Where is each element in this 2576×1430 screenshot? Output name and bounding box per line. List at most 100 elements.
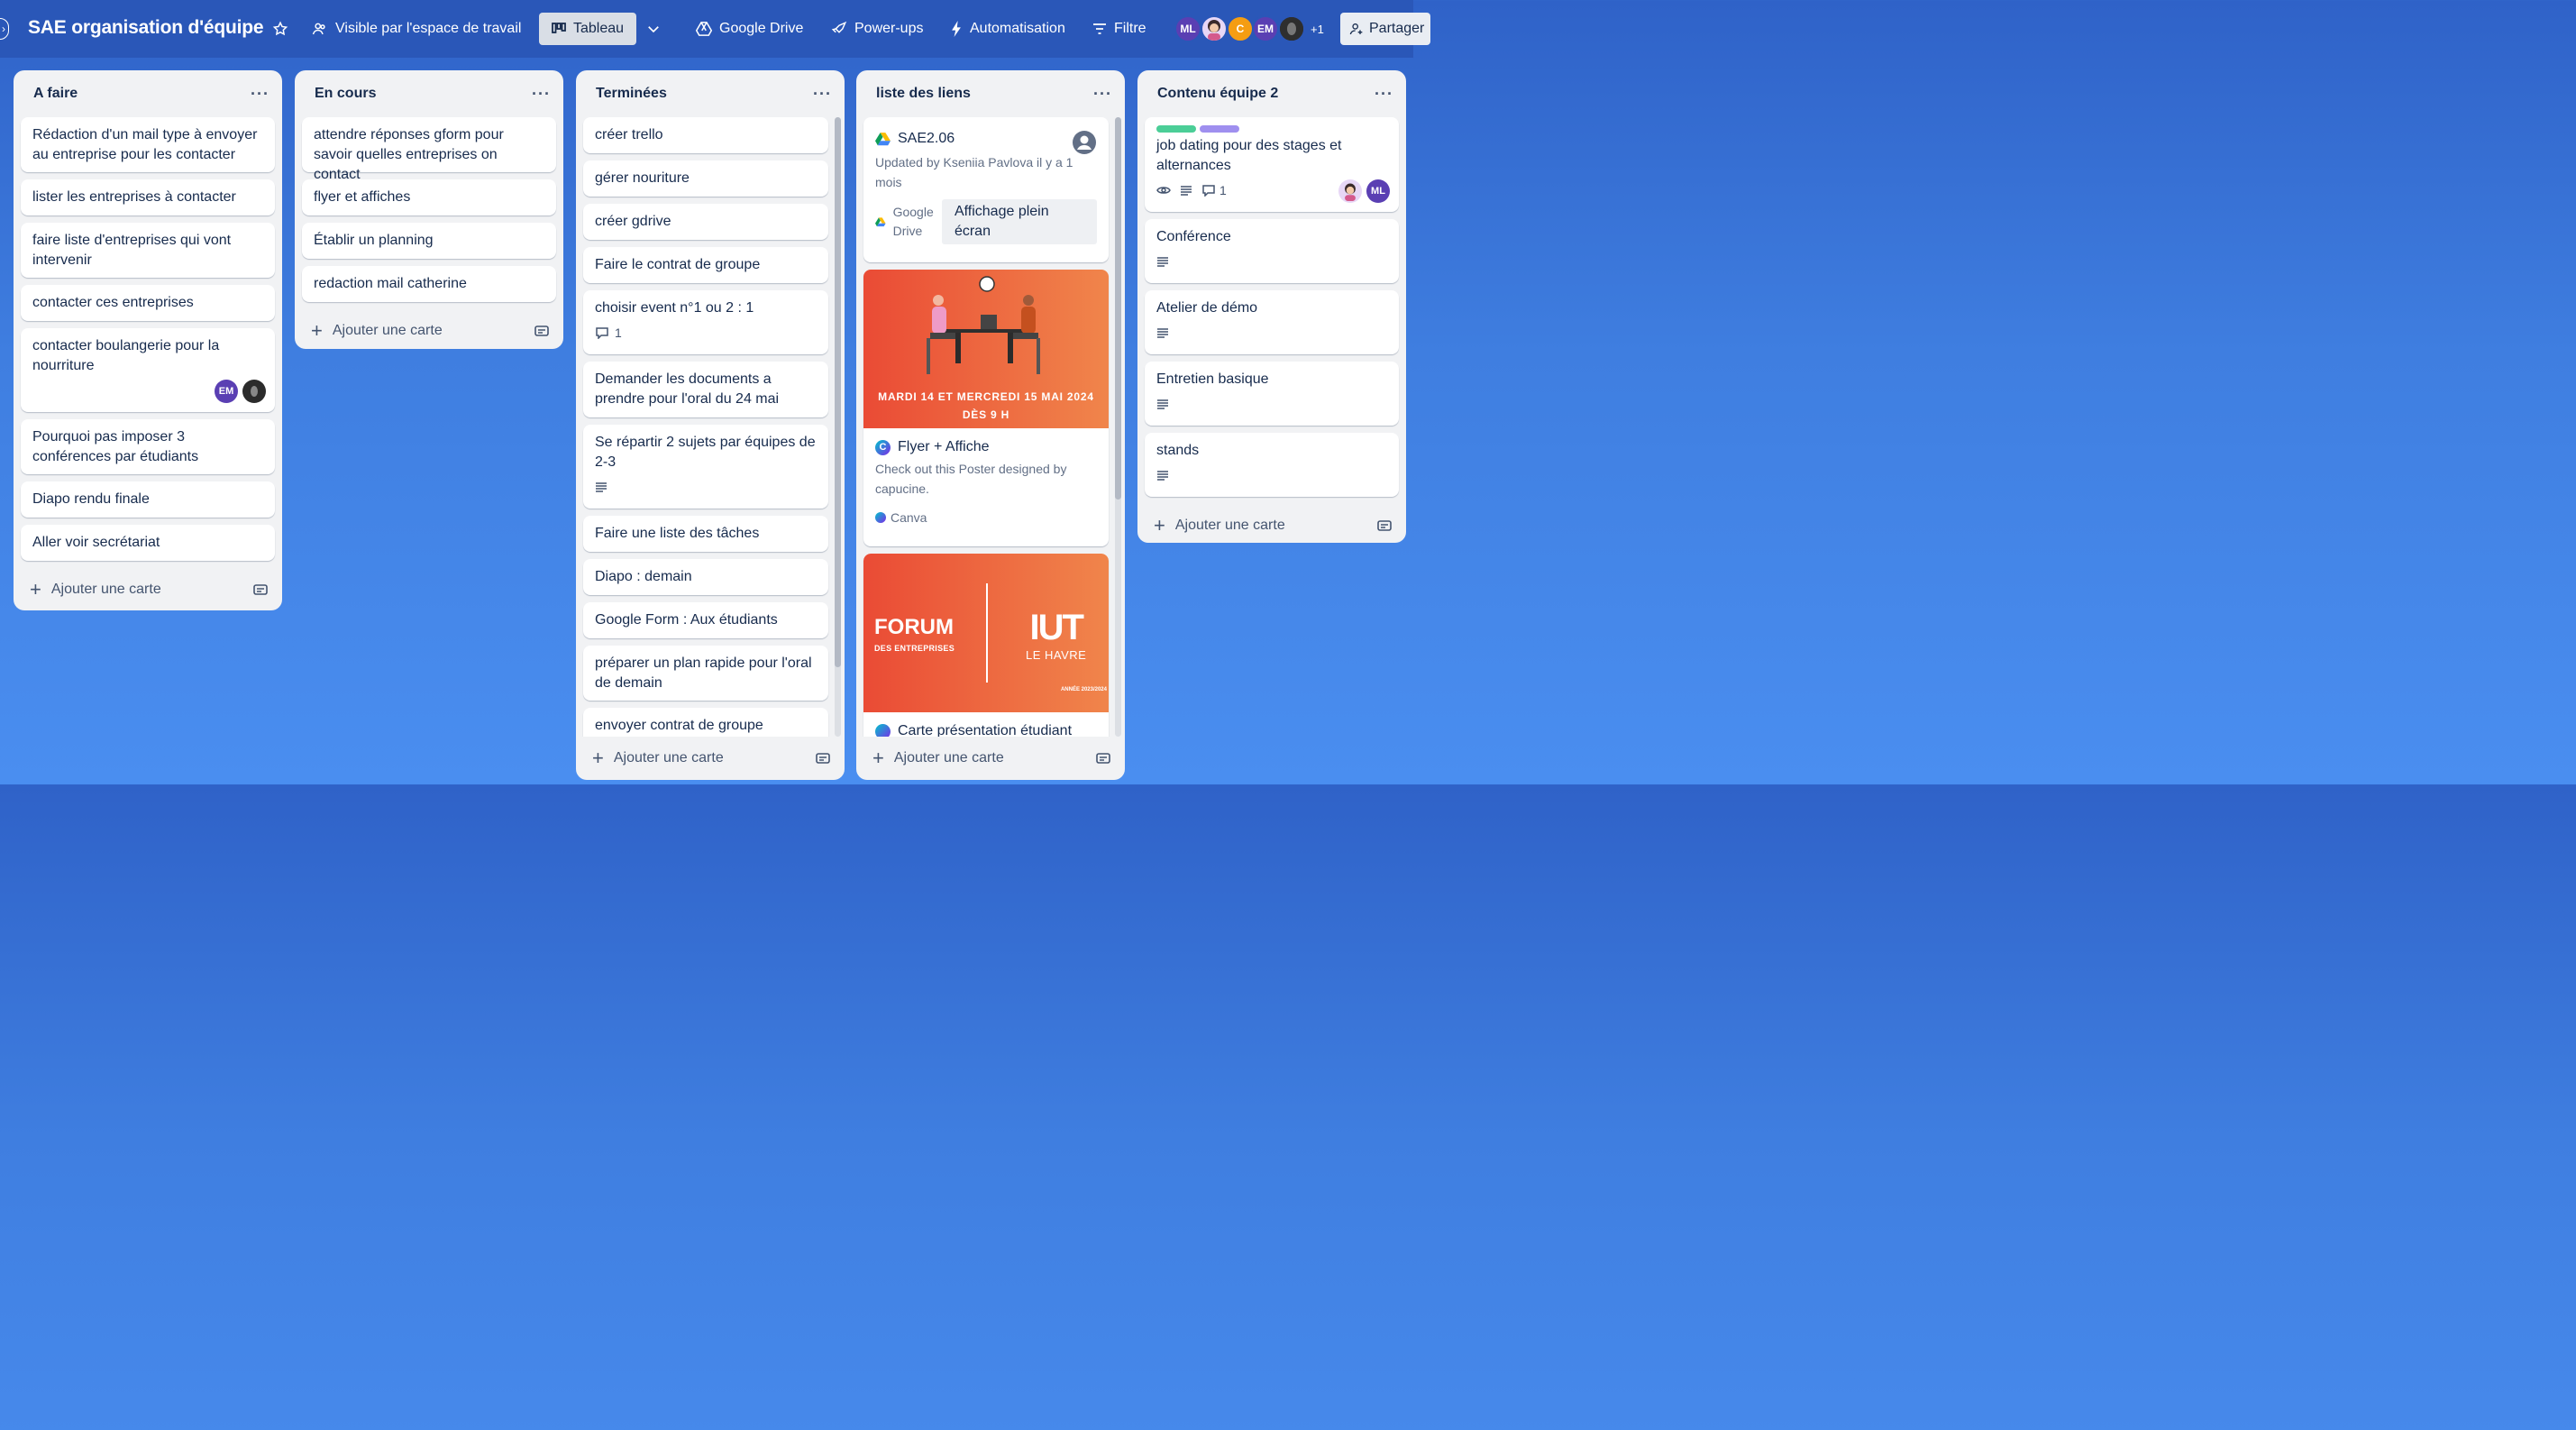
fullscreen-button[interactable]: Affichage plein écran [941, 199, 1097, 244]
google-drive-label: Google Drive [719, 21, 804, 36]
card[interactable]: job dating pour des stages et alternance… [1145, 117, 1399, 212]
add-card-button[interactable]: + Ajouter une carte [1154, 516, 1285, 536]
card[interactable]: Faire une liste des tâches [583, 516, 828, 552]
card[interactable]: redaction mail catherine [302, 266, 556, 302]
add-card-label: Ajouter une carte [332, 323, 443, 338]
plus-icon: + [592, 747, 604, 769]
add-card-button[interactable]: + Ajouter une carte [311, 321, 443, 341]
member-avatar-em[interactable]: EM [1252, 15, 1279, 42]
list-en-cours: En cours ··· attendre réponses gform pou… [295, 70, 563, 349]
card[interactable]: choisir event n°1 ou 2 : 1 1 [583, 290, 828, 354]
card[interactable]: Faire le contrat de groupe [583, 247, 828, 283]
card-title: lister les entreprises à contacter [32, 189, 236, 205]
card[interactable]: Google Form : Aux étudiants [583, 602, 828, 638]
list-title[interactable]: liste des liens [876, 86, 971, 102]
list-scrollbar[interactable] [1115, 117, 1121, 737]
cover-divider [986, 583, 988, 683]
visibility-label: Visible par l'espace de travail [335, 21, 522, 36]
member-avatar-photo[interactable] [1201, 15, 1228, 42]
automation-button[interactable]: Automatisation [945, 13, 1071, 45]
card[interactable]: Aller voir secrétariat [21, 525, 275, 561]
card-member-avatar[interactable]: EM [215, 380, 238, 403]
list-menu-icon[interactable]: ··· [251, 85, 269, 104]
card-title: Aller voir secrétariat [32, 535, 160, 550]
card-template-icon[interactable] [253, 583, 268, 596]
card[interactable]: stands [1145, 433, 1399, 497]
member-avatar-ml[interactable]: ML [1174, 15, 1201, 42]
more-members-count[interactable]: +1 [1305, 13, 1329, 45]
card[interactable]: Demander les documents a prendre pour l'… [583, 362, 828, 417]
member-avatar-dark-photo[interactable] [1278, 15, 1305, 42]
star-button[interactable] [267, 13, 294, 45]
view-tab-board[interactable]: Tableau [539, 13, 637, 45]
card[interactable]: attendre réponses gform pour savoir quel… [302, 117, 556, 182]
card[interactable]: contacter boulangerie pour la nourriture… [21, 328, 275, 412]
card[interactable]: préparer un plan rapide pour l'oral de d… [583, 646, 828, 701]
list-title[interactable]: Contenu équipe 2 [1157, 86, 1278, 102]
card[interactable]: créer gdrive [583, 204, 828, 240]
card[interactable]: Atelier de démo [1145, 290, 1399, 354]
description-icon [1157, 257, 1168, 267]
card-title: Faire une liste des tâches [595, 526, 760, 541]
list-menu-icon[interactable]: ··· [1093, 85, 1112, 104]
cover-date-line-2: DÈS 9 H [962, 408, 1010, 421]
list-menu-icon[interactable]: ··· [813, 85, 832, 104]
card[interactable]: créer trello [583, 117, 828, 153]
member-avatar-c[interactable]: C [1227, 15, 1254, 42]
card[interactable]: Entretien basique [1145, 362, 1399, 426]
card[interactable]: flyer et affiches [302, 179, 556, 215]
visibility-button[interactable]: Visible par l'espace de travail [306, 13, 526, 45]
expand-sidebar-button[interactable]: › [0, 18, 9, 40]
add-card-button[interactable]: + Ajouter une carte [872, 748, 1004, 768]
card[interactable]: lister les entreprises à contacter [21, 179, 275, 215]
card[interactable]: Conférence [1145, 219, 1399, 283]
link-title-row: SAE2.06 [875, 129, 1097, 149]
filter-button[interactable]: Filtre [1087, 13, 1152, 45]
scrollbar-thumb[interactable] [1115, 117, 1121, 500]
card-template-icon[interactable] [1377, 519, 1392, 532]
list-title[interactable]: Terminées [596, 86, 667, 102]
list-title[interactable]: A faire [33, 86, 78, 102]
link-title-row: C Flyer + Affiche [875, 437, 1097, 457]
comment-icon [1202, 185, 1215, 197]
card[interactable]: Établir un planning [302, 223, 556, 259]
share-button[interactable]: Partager [1340, 13, 1430, 45]
card-member-avatar-photo[interactable] [1338, 179, 1362, 203]
card[interactable]: Pourquoi pas imposer 3 conférences par é… [21, 419, 275, 474]
card-template-icon[interactable] [816, 752, 830, 765]
card[interactable]: envoyer contrat de groupe [583, 708, 828, 737]
card[interactable]: Se répartir 2 sujets par équipes de 2-3 [583, 425, 828, 509]
canva-small-icon [875, 512, 886, 523]
google-drive-button[interactable]: Google Drive [690, 13, 808, 45]
list-menu-icon[interactable]: ··· [1375, 85, 1393, 104]
label-purple[interactable] [1200, 125, 1239, 133]
card-member-avatar-photo[interactable] [242, 380, 266, 403]
card[interactable]: faire liste d'entreprises qui vont inter… [21, 223, 275, 278]
board-title[interactable]: SAE organisation d'équipe [28, 17, 264, 39]
google-drive-link-card[interactable]: SAE2.06 Updated by Kseniia Pavlova il y … [863, 117, 1109, 262]
card-title: Établir un planning [314, 233, 434, 248]
list-menu-icon[interactable]: ··· [532, 85, 551, 104]
card[interactable]: Diapo : demain [583, 559, 828, 595]
card-labels[interactable] [1156, 125, 1387, 133]
card-template-icon[interactable] [1096, 752, 1110, 765]
card-title: préparer un plan rapide pour l'oral de d… [595, 655, 812, 691]
card-template-icon[interactable] [534, 325, 549, 337]
card-member-avatar[interactable]: ML [1366, 179, 1390, 203]
canva-link-card[interactable]: MARDI 14 ET MERCREDI 15 MAI 2024 DÈS 9 H… [863, 270, 1109, 546]
list-scrollbar[interactable] [835, 117, 841, 737]
add-card-button[interactable]: + Ajouter une carte [592, 747, 724, 769]
avatar-initials: ML [1180, 23, 1196, 35]
card[interactable]: gérer nouriture [583, 160, 828, 197]
powerups-button[interactable]: Power-ups [826, 13, 928, 45]
card-title: Atelier de démo [1156, 300, 1258, 316]
card[interactable]: Diapo rendu finale [21, 481, 275, 518]
card[interactable]: contacter ces entreprises [21, 285, 275, 321]
list-title[interactable]: En cours [315, 86, 376, 102]
views-dropdown-button[interactable] [640, 13, 667, 45]
forum-link-card[interactable]: FORUM DES ENTREPRISES IUT LE HAVRE ANNÉE… [863, 554, 1109, 737]
add-card-button[interactable]: + Ajouter une carte [30, 580, 161, 600]
card[interactable]: Rédaction d'un mail type à envoyer au en… [21, 117, 275, 172]
scrollbar-thumb[interactable] [835, 117, 841, 667]
label-green[interactable] [1156, 125, 1196, 133]
